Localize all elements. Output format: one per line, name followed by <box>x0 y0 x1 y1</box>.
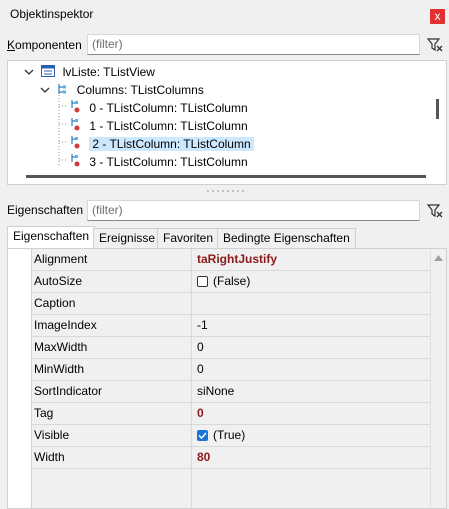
checkbox-unchecked-icon[interactable] <box>197 276 208 288</box>
tree-item-column-0[interactable]: 0 - TListColumn: TListColumn <box>70 99 248 117</box>
column-item-icon <box>70 117 82 136</box>
property-row-autosize[interactable]: AutoSize (False) <box>32 271 430 293</box>
chevron-down-icon[interactable] <box>40 82 50 100</box>
tree-item-label: 3 - TListColumn: TListColumn <box>89 155 248 169</box>
components-filter-input[interactable]: (filter) <box>87 34 420 55</box>
listview-icon <box>41 64 56 82</box>
property-value[interactable]: 80 <box>192 447 210 469</box>
checkbox-checked-icon[interactable] <box>197 430 208 442</box>
chevron-down-icon[interactable] <box>24 64 34 82</box>
properties-label: Eigenschaften <box>7 203 84 217</box>
grid-empty-area <box>32 469 430 508</box>
property-name: AutoSize <box>32 271 192 293</box>
tree-item-label: Columns: TListColumns <box>76 83 204 97</box>
property-name: ImageIndex <box>32 315 192 337</box>
property-value: (True) <box>213 428 246 442</box>
tree-horizontal-scrollbar-thumb[interactable] <box>26 175 426 178</box>
property-value-checkbox[interactable]: (True) <box>192 425 245 447</box>
column-item-icon <box>70 99 82 118</box>
components-label: Komponenten <box>7 38 82 52</box>
tree-item-column-3[interactable]: 3 - TListColumn: TListColumn <box>70 153 248 171</box>
tree-item-columns[interactable]: Columns: TListColumns <box>40 81 204 99</box>
tab-eigenschaften[interactable]: Eigenschaften <box>7 226 96 248</box>
filter-clear-icon[interactable] <box>426 36 444 54</box>
tree-item-label: lvListe: TListView <box>62 65 155 79</box>
property-name: Caption <box>32 293 192 315</box>
property-name: SortIndicator <box>32 381 192 403</box>
property-row-imageindex[interactable]: ImageIndex -1 <box>32 315 430 337</box>
column-item-icon <box>70 153 82 172</box>
property-row-alignment[interactable]: Alignment taRightJustify <box>32 249 430 271</box>
property-name: MinWidth <box>32 359 192 381</box>
grid-vertical-scrollbar[interactable] <box>430 249 446 508</box>
property-value[interactable]: -1 <box>192 315 208 337</box>
property-value[interactable]: siNone <box>192 381 234 403</box>
property-name: Tag <box>32 403 192 425</box>
property-row-caption[interactable]: Caption <box>32 293 430 315</box>
tree-vertical-scrollbar-thumb[interactable] <box>436 99 439 119</box>
tree-item-label: 0 - TListColumn: TListColumn <box>89 101 248 115</box>
tree-item-column-2[interactable]: 2 - TListColumn: TListColumn <box>70 135 254 153</box>
property-row-maxwidth[interactable]: MaxWidth 0 <box>32 337 430 359</box>
property-value[interactable]: 0 <box>192 359 204 381</box>
property-grid[interactable]: Alignment taRightJustify AutoSize (False… <box>7 248 447 509</box>
tree-item-label-selected: 2 - TListColumn: TListColumn <box>89 137 254 151</box>
scroll-up-arrow-icon[interactable] <box>434 255 443 261</box>
property-name: Visible <box>32 425 192 447</box>
grid-gutter <box>8 249 32 508</box>
tree-item-label: 1 - TListColumn: TListColumn <box>89 119 248 133</box>
property-row-minwidth[interactable]: MinWidth 0 <box>32 359 430 381</box>
filter-clear-icon[interactable] <box>426 202 444 220</box>
window-title: Objektinspektor <box>10 7 94 21</box>
component-tree[interactable]: lvListe: TListView Columns: TListColumns… <box>7 60 447 185</box>
property-name: Alignment <box>32 249 192 271</box>
property-row-sortindicator[interactable]: SortIndicator siNone <box>32 381 430 403</box>
property-row-visible[interactable]: Visible (True) <box>32 425 430 447</box>
property-value: (False) <box>213 274 251 288</box>
collection-icon <box>57 82 69 100</box>
title-bar: Objektinspektor x <box>0 0 449 30</box>
property-value[interactable] <box>192 293 197 315</box>
property-name: MaxWidth <box>32 337 192 359</box>
property-name: Width <box>32 447 192 469</box>
tree-item-column-1[interactable]: 1 - TListColumn: TListColumn <box>70 117 248 135</box>
components-label-rest: omponenten <box>15 38 82 52</box>
tab-ereignisse[interactable]: Ereignisse <box>93 228 162 248</box>
property-row-tag[interactable]: Tag 0 <box>32 403 430 425</box>
tab-favoriten[interactable]: Favoriten <box>157 228 220 248</box>
property-value[interactable]: taRightJustify <box>192 249 277 271</box>
splitter-handle[interactable] <box>206 189 246 193</box>
property-value[interactable]: 0 <box>192 337 204 359</box>
property-value[interactable]: 0 <box>192 403 204 425</box>
property-row-width[interactable]: Width 80 <box>32 447 430 469</box>
components-label-accesskey: K <box>7 38 16 52</box>
tab-bedingte-eigenschaften[interactable]: Bedingte Eigenschaften <box>217 228 356 248</box>
tree-item-listview[interactable]: lvListe: TListView <box>24 63 155 81</box>
properties-filter-input[interactable]: (filter) <box>87 200 420 221</box>
grid-name-column-filler <box>32 469 192 508</box>
column-item-icon <box>70 135 82 154</box>
close-button[interactable]: x <box>430 9 445 24</box>
property-value-checkbox[interactable]: (False) <box>192 271 250 293</box>
